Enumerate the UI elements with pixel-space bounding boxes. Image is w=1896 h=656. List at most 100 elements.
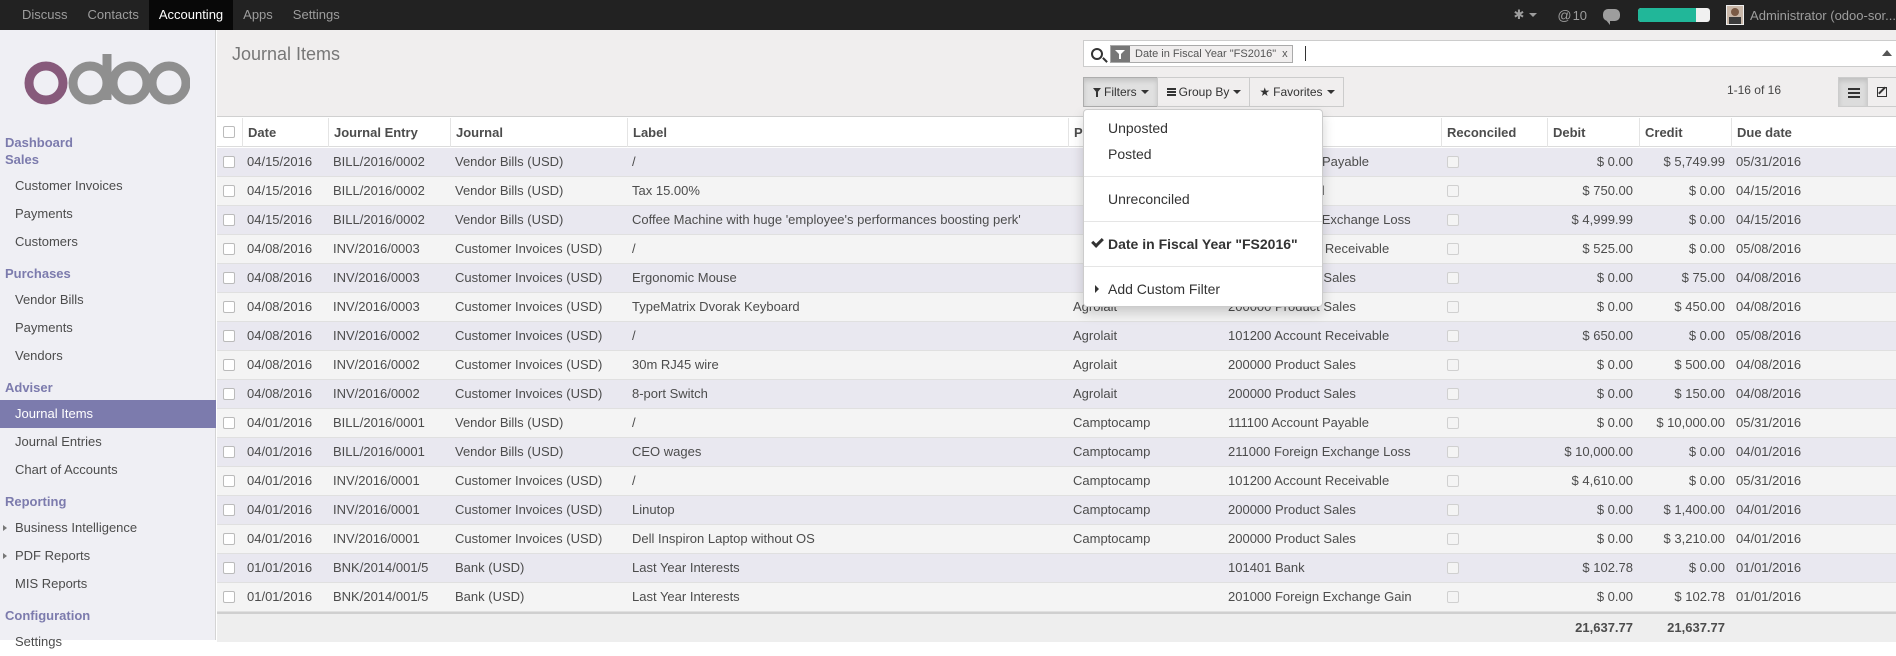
column-header-credit[interactable]: Credit — [1639, 118, 1731, 147]
search-input[interactable] — [1305, 46, 1306, 61]
filter-option-date-in-fiscal-year-fs2016[interactable]: Date in Fiscal Year "FS2016" — [1084, 232, 1322, 256]
table-row[interactable]: 01/01/2016 BNK/2014/001/5 Bank (USD) Last Y… — [217, 554, 1896, 583]
sidebar-item-chart-of-accounts[interactable]: Chart of Accounts — [0, 456, 216, 484]
column-header-reconciled[interactable]: Reconciled — [1441, 118, 1547, 147]
row-checkbox[interactable] — [223, 417, 235, 429]
nav-apps[interactable]: Apps — [233, 0, 283, 30]
row-checkbox[interactable] — [223, 475, 235, 487]
sidebar-section-title[interactable]: Sales — [0, 151, 216, 168]
reconciled-checkbox — [1447, 417, 1459, 429]
sidebar-section-title[interactable]: Dashboard — [0, 134, 216, 151]
sidebar-section-title[interactable]: Configuration — [0, 607, 216, 624]
cell-label: CEO wages — [632, 444, 702, 459]
row-checkbox[interactable] — [223, 533, 235, 545]
sidebar-item-journal-entries[interactable]: Journal Entries — [0, 428, 216, 456]
nav-contacts[interactable]: Contacts — [78, 0, 149, 30]
progress-fill — [1638, 8, 1696, 22]
row-checkbox[interactable] — [223, 185, 235, 197]
row-checkbox[interactable] — [223, 272, 235, 284]
column-header-date[interactable]: Date — [242, 118, 328, 147]
table-row[interactable]: 04/01/2016 INV/2016/0001 Customer Invoices… — [217, 467, 1896, 496]
facet-remove-button[interactable]: x — [1280, 46, 1292, 62]
sidebar-item-customer-invoices[interactable]: Customer Invoices — [0, 172, 216, 200]
table-row[interactable]: 01/01/2016 BNK/2014/001/5 Bank (USD) Last Y… — [217, 583, 1896, 612]
cell-journal: Bank (USD) — [455, 560, 525, 575]
table-row[interactable]: 04/15/2016 BILL/2016/0002 Vendor Bills (US… — [217, 206, 1896, 235]
groupby-button[interactable]: Group By — [1156, 77, 1251, 107]
table-row[interactable]: 04/08/2016 INV/2016/0002 Customer Invoices… — [217, 380, 1896, 409]
cell-due: 04/15/2016 — [1736, 212, 1802, 227]
column-header-due-date[interactable]: Due date — [1731, 118, 1896, 147]
column-header-journal-entry[interactable]: Journal Entry — [328, 118, 450, 147]
row-checkbox[interactable] — [223, 330, 235, 342]
pager-value[interactable]: 1-16 of 16 — [1727, 83, 1781, 97]
column-header-debit[interactable]: Debit — [1547, 118, 1639, 147]
table-row[interactable]: 04/08/2016 INV/2016/0003 Customer Invoices… — [217, 264, 1896, 293]
reconciled-checkbox — [1447, 301, 1459, 313]
user-menu[interactable]: Administrator (odoo-sor... — [1750, 8, 1896, 23]
table-row[interactable]: 04/01/2016 INV/2016/0001 Customer Invoices… — [217, 525, 1896, 554]
table-row[interactable]: 04/15/2016 BILL/2016/0002 Vendor Bills (US… — [217, 148, 1896, 177]
filter-option-unreconciled[interactable]: Unreconciled — [1084, 187, 1322, 211]
mentions-button[interactable]: @10 — [1557, 7, 1587, 23]
sidebar-item-customers[interactable]: Customers — [0, 228, 216, 256]
row-checkbox[interactable] — [223, 388, 235, 400]
debug-menu-button[interactable]: ✱ — [1513, 7, 1538, 23]
row-checkbox[interactable] — [223, 301, 235, 313]
sidebar-item-payments[interactable]: Payments — [0, 200, 216, 228]
cell-entry: INV/2016/0001 — [333, 473, 420, 488]
select-all-checkbox[interactable] — [223, 126, 235, 138]
filters-button[interactable]: Filters — [1083, 77, 1158, 107]
table-row[interactable]: 04/01/2016 BILL/2016/0001 Vendor Bills (US… — [217, 438, 1896, 467]
filter-option-unposted[interactable]: Unposted — [1084, 116, 1322, 140]
planner-progress-bar[interactable] — [1638, 8, 1711, 22]
nav-settings[interactable]: Settings — [283, 0, 350, 30]
cell-partner: Agrolait — [1073, 386, 1118, 401]
sidebar-item-pdf-reports[interactable]: PDF Reports — [0, 542, 216, 570]
odoo-logo[interactable] — [24, 52, 190, 114]
column-header-label[interactable]: Label — [627, 118, 1068, 147]
row-checkbox[interactable] — [223, 359, 235, 371]
table-row[interactable]: 04/01/2016 INV/2016/0001 Customer Invoices… — [217, 496, 1896, 525]
nav-discuss[interactable]: Discuss — [0, 0, 78, 30]
nav-accounting[interactable]: Accounting — [148, 0, 234, 30]
filter-option-posted[interactable]: Posted — [1084, 142, 1322, 166]
table-row[interactable]: 04/08/2016 INV/2016/0003 Customer Invoices… — [217, 235, 1896, 264]
table-row[interactable]: 04/08/2016 INV/2016/0002 Customer Invoices… — [217, 322, 1896, 351]
sidebar-section-title[interactable]: Adviser — [0, 379, 216, 396]
row-checkbox[interactable] — [223, 504, 235, 516]
filter-option-add-custom-filter[interactable]: Add Custom Filter — [1084, 277, 1322, 301]
search-toggle-icon[interactable] — [1882, 50, 1892, 56]
row-checkbox[interactable] — [223, 591, 235, 603]
reconciled-checkbox — [1447, 214, 1459, 226]
edit-icon — [1877, 87, 1887, 97]
row-checkbox[interactable] — [223, 446, 235, 458]
table-row[interactable]: 04/15/2016 BILL/2016/0002 Vendor Bills (US… — [217, 177, 1896, 206]
search-bar[interactable]: Date in Fiscal Year "FS2016" x — [1083, 40, 1896, 67]
row-checkbox[interactable] — [223, 243, 235, 255]
chat-icon[interactable] — [1603, 9, 1621, 25]
avatar[interactable] — [1726, 5, 1745, 25]
sidebar-section-title[interactable]: Reporting — [0, 493, 216, 510]
reconciled-checkbox — [1447, 272, 1459, 284]
sidebar-item-vendor-bills[interactable]: Vendor Bills — [0, 286, 216, 314]
row-checkbox[interactable] — [223, 562, 235, 574]
list-view-button[interactable] — [1838, 77, 1868, 107]
sidebar-item-business-intelligence[interactable]: Business Intelligence — [0, 514, 216, 542]
sidebar-item-payments[interactable]: Payments — [0, 314, 216, 342]
table-row[interactable]: 04/01/2016 BILL/2016/0001 Vendor Bills (US… — [217, 409, 1896, 438]
favorites-button[interactable]: ★ Favorites — [1249, 77, 1344, 107]
cell-credit: $ 150.00 — [1674, 386, 1725, 401]
form-view-button[interactable] — [1867, 77, 1896, 107]
row-checkbox[interactable] — [223, 156, 235, 168]
sidebar-item-vendors[interactable]: Vendors — [0, 342, 216, 370]
row-checkbox[interactable] — [223, 214, 235, 226]
table-row[interactable]: 04/08/2016 INV/2016/0003 Customer Invoices… — [217, 293, 1896, 322]
sidebar-section-title[interactable]: Purchases — [0, 265, 216, 282]
sidebar-item-mis-reports[interactable]: MIS Reports — [0, 570, 216, 598]
column-header-journal[interactable]: Journal — [450, 118, 627, 147]
table-row[interactable]: 04/08/2016 INV/2016/0002 Customer Invoices… — [217, 351, 1896, 380]
cell-account: 200000 Product Sales — [1228, 531, 1356, 546]
sidebar-item-settings[interactable]: Settings — [0, 628, 216, 656]
sidebar-item-journal-items[interactable]: Journal Items — [0, 400, 216, 428]
